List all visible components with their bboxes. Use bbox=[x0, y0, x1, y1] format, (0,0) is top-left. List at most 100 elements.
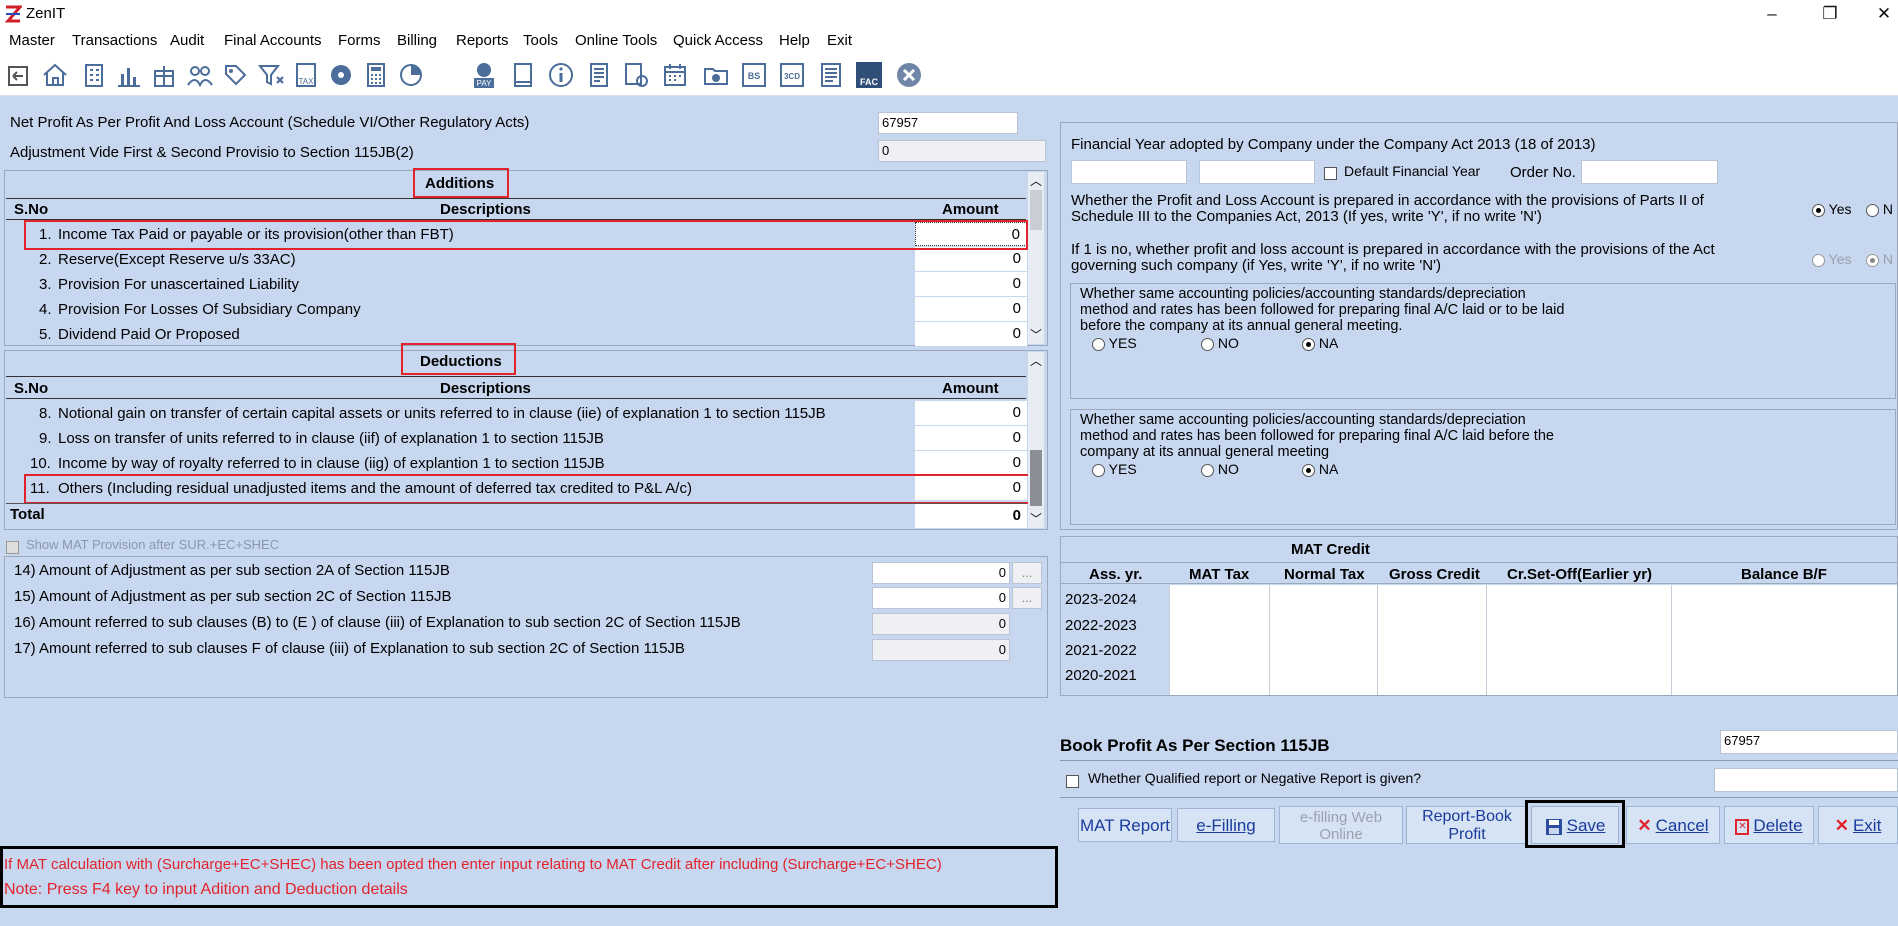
pie-icon[interactable] bbox=[396, 60, 426, 90]
qualified-checkbox[interactable] bbox=[1066, 772, 1079, 789]
fac-icon[interactable]: FAC bbox=[854, 60, 884, 90]
menu-reports[interactable]: Reports bbox=[456, 32, 509, 49]
minimize-button[interactable]: – bbox=[1754, 2, 1790, 26]
tag-icon[interactable] bbox=[220, 60, 250, 90]
close-button[interactable]: ✕ bbox=[1866, 2, 1898, 26]
order-no-input[interactable] bbox=[1581, 160, 1718, 184]
sub-item-17-input[interactable]: 0 bbox=[872, 639, 1010, 661]
save-button[interactable]: Save bbox=[1531, 806, 1619, 844]
adjustment-input[interactable]: 0 bbox=[878, 140, 1046, 162]
ledger-icon[interactable] bbox=[584, 60, 614, 90]
scroll-up-icon[interactable]: ︿ bbox=[1028, 352, 1044, 369]
fy-end-input[interactable] bbox=[1199, 160, 1315, 184]
report-icon[interactable] bbox=[621, 60, 651, 90]
menu-audit[interactable]: Audit bbox=[170, 32, 204, 49]
upload-icon[interactable] bbox=[701, 60, 731, 90]
exit-button[interactable]: ✕ Exit bbox=[1818, 806, 1898, 844]
sub-item-14-ellipsis-button[interactable]: ... bbox=[1012, 562, 1042, 584]
doc-icon[interactable] bbox=[816, 60, 846, 90]
home-icon[interactable] bbox=[40, 60, 70, 90]
menu-master[interactable]: Master bbox=[9, 32, 55, 49]
efiling-web-button[interactable]: e-filling Web Online bbox=[1279, 806, 1403, 844]
amount-input[interactable]: 0 bbox=[915, 322, 1027, 346]
q2-no-radio[interactable]: N bbox=[1866, 251, 1893, 267]
sub-item-16-input[interactable]: 0 bbox=[872, 613, 1010, 635]
mat-credit-grid[interactable] bbox=[1169, 585, 1897, 695]
menu-transactions[interactable]: Transactions bbox=[72, 32, 157, 49]
amount-input[interactable]: 0 bbox=[915, 401, 1027, 425]
table-row[interactable]: 5. Dividend Paid Or Proposed 0 bbox=[6, 322, 1027, 347]
table-row[interactable]: 8. Notional gain on transfer of certain … bbox=[6, 401, 1027, 426]
net-profit-input[interactable]: 67957 bbox=[878, 112, 1018, 134]
scroll-up-icon[interactable]: ︿ bbox=[1028, 172, 1044, 189]
box2-no-radio[interactable]: NO bbox=[1201, 461, 1239, 477]
sub-item-15-input[interactable]: 0 bbox=[872, 587, 1010, 609]
amount-input[interactable]: 0 bbox=[915, 272, 1027, 296]
delete-button[interactable]: ✕ Delete bbox=[1724, 806, 1814, 844]
users-icon[interactable] bbox=[185, 60, 215, 90]
menu-quick-access[interactable]: Quick Access bbox=[673, 32, 763, 49]
bar-chart-icon[interactable] bbox=[114, 60, 144, 90]
box1-na-radio[interactable]: NA bbox=[1302, 335, 1338, 351]
sub-item-15-ellipsis-button[interactable]: ... bbox=[1012, 587, 1042, 609]
close-circle-icon[interactable] bbox=[894, 60, 924, 90]
menu-forms[interactable]: Forms bbox=[338, 32, 381, 49]
calendar-icon[interactable] bbox=[660, 60, 690, 90]
box2-yes-radio[interactable]: YES bbox=[1092, 461, 1137, 477]
deductions-scrollbar[interactable]: ︿ ﹀ bbox=[1028, 352, 1044, 528]
q2-yes-radio[interactable]: Yes bbox=[1812, 251, 1851, 267]
box1-yes-radio[interactable]: YES bbox=[1092, 335, 1137, 351]
sub-item-14-input[interactable]: 0 bbox=[872, 562, 1010, 584]
amount-input[interactable]: 0 bbox=[915, 297, 1027, 321]
menu-tools[interactable]: Tools bbox=[523, 32, 558, 49]
table-row[interactable]: 3. Provision For unascertained Liability… bbox=[6, 272, 1027, 297]
q1-no-radio[interactable]: N bbox=[1866, 201, 1893, 217]
filter-icon[interactable] bbox=[256, 60, 286, 90]
amount-input[interactable]: 0 bbox=[915, 451, 1027, 475]
menu-exit[interactable]: Exit bbox=[827, 32, 852, 49]
fy-start-input[interactable] bbox=[1071, 160, 1187, 184]
qualified-input[interactable] bbox=[1714, 768, 1898, 792]
3cd-icon[interactable]: 3CD bbox=[777, 60, 807, 90]
back-icon[interactable] bbox=[4, 60, 34, 90]
menu-final-accounts[interactable]: Final Accounts bbox=[224, 32, 322, 49]
default-fy-checkbox[interactable] bbox=[1324, 164, 1337, 181]
table-row[interactable]: 4. Provision For Losses Of Subsidiary Co… bbox=[6, 297, 1027, 322]
scroll-thumb[interactable] bbox=[1030, 190, 1042, 230]
menu-billing[interactable]: Billing bbox=[397, 32, 437, 49]
mat-report-button[interactable]: MAT Report bbox=[1078, 808, 1172, 842]
additions-scrollbar[interactable]: ︿ ﹀ bbox=[1028, 172, 1044, 344]
note-f4-key: Note: Press F4 key to input Adition and … bbox=[4, 881, 408, 898]
efiling-button[interactable]: e-Filling bbox=[1177, 808, 1275, 842]
table-row[interactable]: 9. Loss on transfer of units referred to… bbox=[6, 426, 1027, 451]
info-icon[interactable] bbox=[546, 60, 576, 90]
menu-help[interactable]: Help bbox=[779, 32, 810, 49]
pay-icon[interactable]: PAY bbox=[469, 60, 499, 90]
q1-yes-radio[interactable]: Yes bbox=[1812, 201, 1851, 217]
building-icon[interactable] bbox=[79, 60, 109, 90]
scroll-down-icon[interactable]: ﹀ bbox=[1028, 510, 1044, 527]
cancel-button[interactable]: ✕ Cancel bbox=[1626, 806, 1720, 844]
book-icon[interactable] bbox=[508, 60, 538, 90]
qualified-divider bbox=[1060, 797, 1898, 798]
deductions-divider bbox=[6, 376, 1026, 377]
disc-icon[interactable] bbox=[326, 60, 356, 90]
table-row[interactable]: 2. Reserve(Except Reserve u/s 33AC) 0 bbox=[6, 247, 1027, 272]
maximize-button[interactable]: ❐ bbox=[1812, 2, 1848, 26]
menu-online-tools[interactable]: Online Tools bbox=[575, 32, 657, 49]
box2-yes-label: YES bbox=[1108, 461, 1137, 477]
scroll-thumb[interactable] bbox=[1030, 450, 1042, 506]
amount-input[interactable]: 0 bbox=[915, 247, 1027, 271]
show-mat-checkbox[interactable] bbox=[6, 538, 19, 555]
book-profit-input[interactable]: 67957 bbox=[1720, 730, 1898, 754]
box2-na-radio[interactable]: NA bbox=[1302, 461, 1338, 477]
report-book-profit-button[interactable]: Report-Book Profit bbox=[1406, 806, 1528, 844]
gift-icon[interactable] bbox=[149, 60, 179, 90]
calculator-icon[interactable] bbox=[361, 60, 391, 90]
box1-no-radio[interactable]: NO bbox=[1201, 335, 1239, 351]
table-row[interactable]: 10. Income by way of royalty referred to… bbox=[6, 451, 1027, 476]
tax-icon[interactable]: TAX bbox=[291, 60, 321, 90]
bs-icon[interactable]: BS bbox=[739, 60, 769, 90]
amount-input[interactable]: 0 bbox=[915, 426, 1027, 450]
scroll-down-icon[interactable]: ﹀ bbox=[1028, 326, 1044, 343]
